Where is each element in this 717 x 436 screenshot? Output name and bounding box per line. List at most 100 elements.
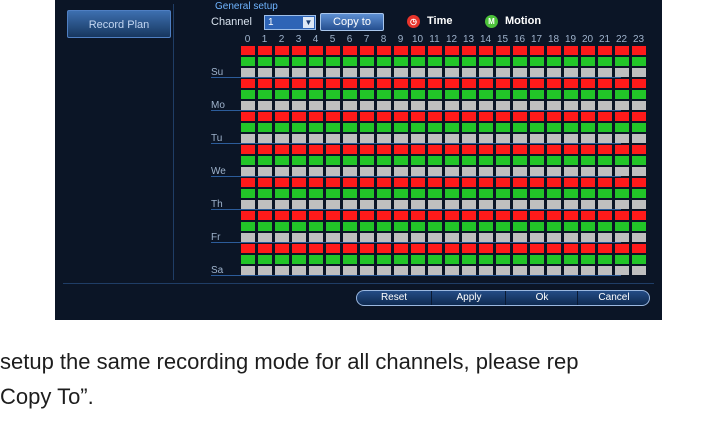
- schedule-cell[interactable]: [343, 200, 357, 209]
- schedule-cell[interactable]: [377, 200, 391, 209]
- schedule-cell[interactable]: [615, 57, 629, 66]
- schedule-cell[interactable]: [615, 123, 629, 132]
- schedule-cell[interactable]: [241, 90, 255, 99]
- schedule-cell[interactable]: [598, 112, 612, 121]
- schedule-cell[interactable]: [428, 200, 442, 209]
- schedule-cell[interactable]: [513, 233, 527, 242]
- schedule-cell[interactable]: [598, 255, 612, 264]
- schedule-cell[interactable]: [394, 68, 408, 77]
- schedule-cell[interactable]: [377, 57, 391, 66]
- schedule-cell[interactable]: [547, 255, 561, 264]
- schedule-cell[interactable]: [394, 90, 408, 99]
- schedule-cell[interactable]: [343, 79, 357, 88]
- schedule-cell[interactable]: [615, 167, 629, 176]
- schedule-cell[interactable]: [326, 134, 340, 143]
- schedule-cell[interactable]: [309, 68, 323, 77]
- schedule-cell[interactable]: [377, 222, 391, 231]
- schedule-cell[interactable]: [598, 156, 612, 165]
- schedule-cell[interactable]: [360, 200, 374, 209]
- schedule-cell[interactable]: [581, 244, 595, 253]
- schedule-cell[interactable]: [632, 255, 646, 264]
- schedule-cell[interactable]: [445, 255, 459, 264]
- schedule-cell[interactable]: [241, 68, 255, 77]
- schedule-cell[interactable]: [394, 200, 408, 209]
- schedule-cell[interactable]: [428, 123, 442, 132]
- schedule-cell[interactable]: [343, 123, 357, 132]
- schedule-cell[interactable]: [360, 233, 374, 242]
- schedule-cell[interactable]: [258, 156, 272, 165]
- schedule-cell[interactable]: [241, 145, 255, 154]
- schedule-cell[interactable]: [258, 145, 272, 154]
- schedule-cell[interactable]: [564, 222, 578, 231]
- schedule-cell[interactable]: [360, 134, 374, 143]
- schedule-cell[interactable]: [496, 57, 510, 66]
- schedule-cell[interactable]: [632, 101, 646, 110]
- schedule-cell[interactable]: [564, 101, 578, 110]
- ok-button[interactable]: Ok: [505, 291, 578, 305]
- schedule-cell[interactable]: [275, 244, 289, 253]
- schedule-cell[interactable]: [394, 189, 408, 198]
- schedule-cell[interactable]: [632, 79, 646, 88]
- schedule-cell[interactable]: [360, 244, 374, 253]
- schedule-cell[interactable]: [547, 46, 561, 55]
- schedule-cell[interactable]: [479, 266, 493, 275]
- schedule-cell[interactable]: [496, 123, 510, 132]
- schedule-cell[interactable]: [411, 112, 425, 121]
- schedule-cell[interactable]: [411, 156, 425, 165]
- chevron-down-icon[interactable]: ▼: [303, 17, 314, 28]
- schedule-cell[interactable]: [479, 79, 493, 88]
- schedule-cell[interactable]: [479, 101, 493, 110]
- schedule-cell[interactable]: [275, 46, 289, 55]
- schedule-cell[interactable]: [479, 211, 493, 220]
- schedule-cell[interactable]: [479, 68, 493, 77]
- schedule-cell[interactable]: [530, 156, 544, 165]
- schedule-cell[interactable]: [530, 189, 544, 198]
- schedule-cell[interactable]: [530, 68, 544, 77]
- schedule-cell[interactable]: [275, 90, 289, 99]
- schedule-cell[interactable]: [581, 266, 595, 275]
- schedule-cell[interactable]: [598, 222, 612, 231]
- schedule-cell[interactable]: [394, 101, 408, 110]
- schedule-cell[interactable]: [530, 134, 544, 143]
- schedule-cell[interactable]: [496, 101, 510, 110]
- schedule-cell[interactable]: [547, 57, 561, 66]
- schedule-cell[interactable]: [564, 233, 578, 242]
- schedule-cell[interactable]: [241, 167, 255, 176]
- schedule-cell[interactable]: [581, 222, 595, 231]
- schedule-cell[interactable]: [326, 255, 340, 264]
- schedule-cell[interactable]: [292, 244, 306, 253]
- schedule-cell[interactable]: [292, 189, 306, 198]
- schedule-cell[interactable]: [445, 57, 459, 66]
- schedule-cell[interactable]: [360, 90, 374, 99]
- schedule-cell[interactable]: [292, 178, 306, 187]
- schedule-cell[interactable]: [411, 46, 425, 55]
- schedule-cell[interactable]: [547, 79, 561, 88]
- schedule-cell[interactable]: [343, 112, 357, 121]
- schedule-cell[interactable]: [258, 211, 272, 220]
- schedule-cell[interactable]: [326, 90, 340, 99]
- schedule-cell[interactable]: [326, 211, 340, 220]
- schedule-cell[interactable]: [462, 255, 476, 264]
- schedule-cell[interactable]: [445, 167, 459, 176]
- schedule-cell[interactable]: [462, 79, 476, 88]
- schedule-cell[interactable]: [547, 112, 561, 121]
- schedule-cell[interactable]: [275, 222, 289, 231]
- schedule-cell[interactable]: [615, 156, 629, 165]
- schedule-cell[interactable]: [496, 46, 510, 55]
- schedule-cell[interactable]: [581, 57, 595, 66]
- schedule-cell[interactable]: [411, 101, 425, 110]
- copy-to-button[interactable]: Copy to: [320, 13, 384, 31]
- schedule-cell[interactable]: [513, 145, 527, 154]
- schedule-cell[interactable]: [258, 79, 272, 88]
- schedule-cell[interactable]: [479, 134, 493, 143]
- schedule-cell[interactable]: [598, 189, 612, 198]
- schedule-cell[interactable]: [479, 255, 493, 264]
- schedule-cell[interactable]: [326, 46, 340, 55]
- schedule-cell[interactable]: [632, 189, 646, 198]
- schedule-cell[interactable]: [309, 244, 323, 253]
- schedule-cell[interactable]: [309, 101, 323, 110]
- schedule-cell[interactable]: [445, 79, 459, 88]
- schedule-cell[interactable]: [428, 244, 442, 253]
- schedule-cell[interactable]: [394, 145, 408, 154]
- sidebar-item-record-plan[interactable]: Record Plan: [67, 10, 171, 38]
